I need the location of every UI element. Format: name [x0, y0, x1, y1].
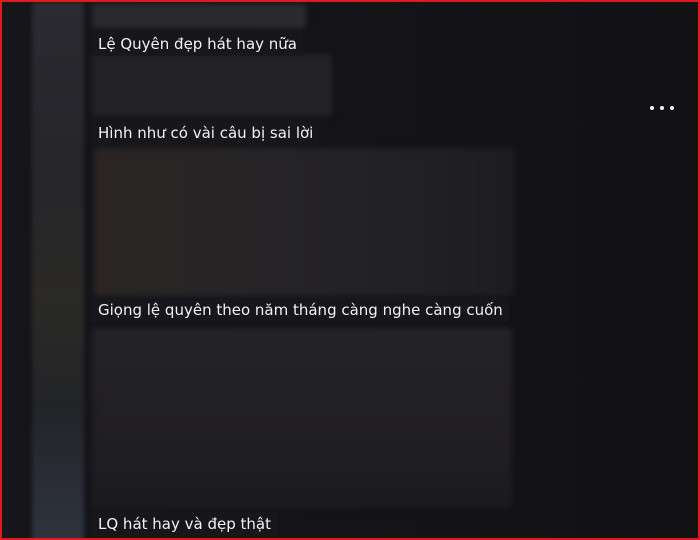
blurred-sidebar	[32, 2, 84, 538]
dot	[660, 106, 664, 110]
dot	[670, 106, 674, 110]
comment-caption: LQ hát hay và đẹp thật	[92, 512, 277, 536]
blurred-comment-content	[92, 54, 332, 116]
dot	[650, 106, 654, 110]
screenshot-frame: Lệ Quyên đẹp hát hay nữa Hình như có vài…	[0, 0, 700, 540]
more-options-icon[interactable]	[650, 96, 674, 120]
blurred-comment-content	[94, 148, 514, 296]
comment-caption: Giọng lệ quyên theo năm tháng càng nghe …	[92, 298, 509, 322]
comment-caption: Hình như có vài câu bị sai lời	[92, 121, 320, 145]
comment-caption: Lệ Quyên đẹp hát hay nữa	[92, 32, 303, 56]
blurred-comment-content	[92, 4, 306, 28]
blurred-comment-content	[92, 328, 512, 508]
